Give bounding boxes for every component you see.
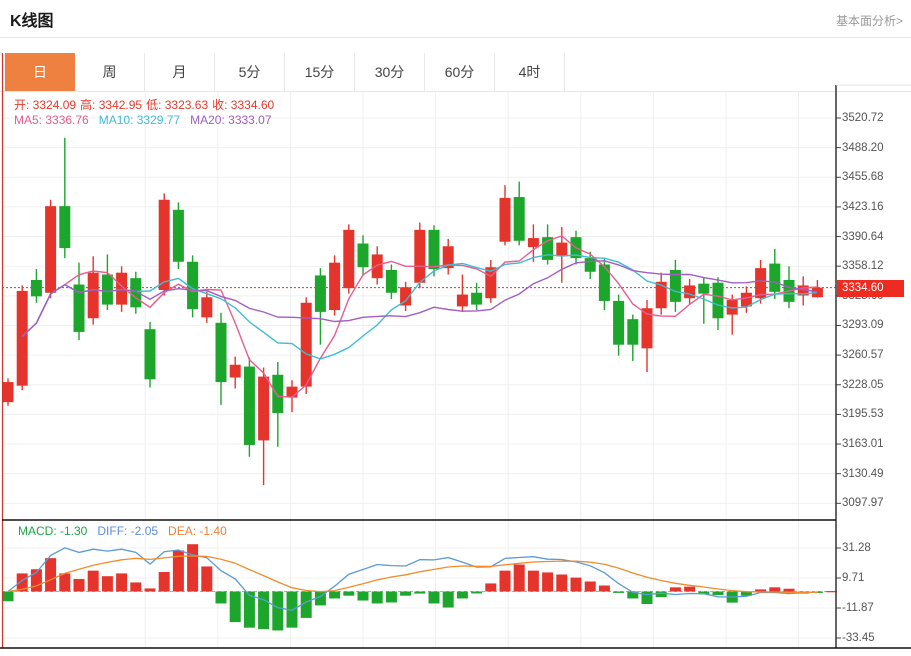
tab-period-1[interactable]: 周 [75, 53, 145, 91]
macd-row-item-0: MACD: -1.30 [18, 524, 87, 538]
ma-readout-row: MA5: 3336.76 MA10: 3329.77 MA20: 3333.07 [14, 113, 282, 127]
main-axis-label: 3520.72 [842, 112, 908, 124]
ma-row-item-1: MA10: 3329.77 [99, 113, 180, 127]
main-axis-label: 3228.05 [842, 379, 908, 391]
main-axis-label: 3260.57 [842, 349, 908, 361]
ma-row-item-2: MA20: 3333.07 [190, 113, 271, 127]
ohlc-readout-row: 开: 3324.09 高: 3342.95 低: 3323.63 收: 3334.60 [14, 96, 278, 113]
ohlc-row-item-3: 收: 3334.60 [212, 98, 274, 112]
macd-axis-label: -11.87 [842, 602, 908, 614]
current-price-badge: 3334.60 [837, 280, 904, 297]
macd-axis-label: 9.71 [842, 572, 908, 584]
period-tab-bar: 日周月5分15分30分60分4时 [5, 53, 565, 91]
main-axis-label: 3293.09 [842, 319, 908, 331]
main-axis-label: 3423.16 [842, 201, 908, 213]
tab-period-0[interactable]: 日 [5, 53, 75, 91]
macd-readout-row: MACD: -1.30 DIFF: -2.05 DEA: -1.40 [18, 524, 237, 538]
main-axis-label: 3455.68 [842, 171, 908, 183]
macd-row-item-1: DIFF: -2.05 [97, 524, 158, 538]
ohlc-row-item-1: 高: 3342.95 [80, 98, 142, 112]
tab-period-4[interactable]: 15分 [285, 53, 355, 91]
main-axis-label: 3163.01 [842, 438, 908, 450]
kline-widget: { "header": { "title": "K线图", "link": "基… [0, 0, 911, 651]
main-axis-label: 3358.12 [842, 260, 908, 272]
macd-axis-label: 31.28 [842, 542, 908, 554]
tab-period-2[interactable]: 月 [145, 53, 215, 91]
fundamental-analysis-link[interactable]: 基本面分析> [836, 12, 903, 29]
ohlc-row-item-0: 开: 3324.09 [14, 98, 76, 112]
tab-period-6[interactable]: 60分 [425, 53, 495, 91]
ma-row-item-0: MA5: 3336.76 [14, 113, 89, 127]
page-title: K线图 [10, 7, 54, 31]
ohlc-row-item-2: 低: 3323.63 [146, 98, 208, 112]
macd-row-item-2: DEA: -1.40 [168, 524, 227, 538]
tab-period-5[interactable]: 30分 [355, 53, 425, 91]
main-axis-label: 3130.49 [842, 468, 908, 480]
main-axis-label: 3390.64 [842, 231, 908, 243]
main-axis-label: 3195.53 [842, 408, 908, 420]
macd-axis-label: -33.45 [842, 632, 908, 644]
tab-period-3[interactable]: 5分 [215, 53, 285, 91]
main-axis-label: 3488.20 [842, 142, 908, 154]
tab-period-7[interactable]: 4时 [495, 53, 565, 91]
main-axis-label: 3097.97 [842, 497, 908, 509]
